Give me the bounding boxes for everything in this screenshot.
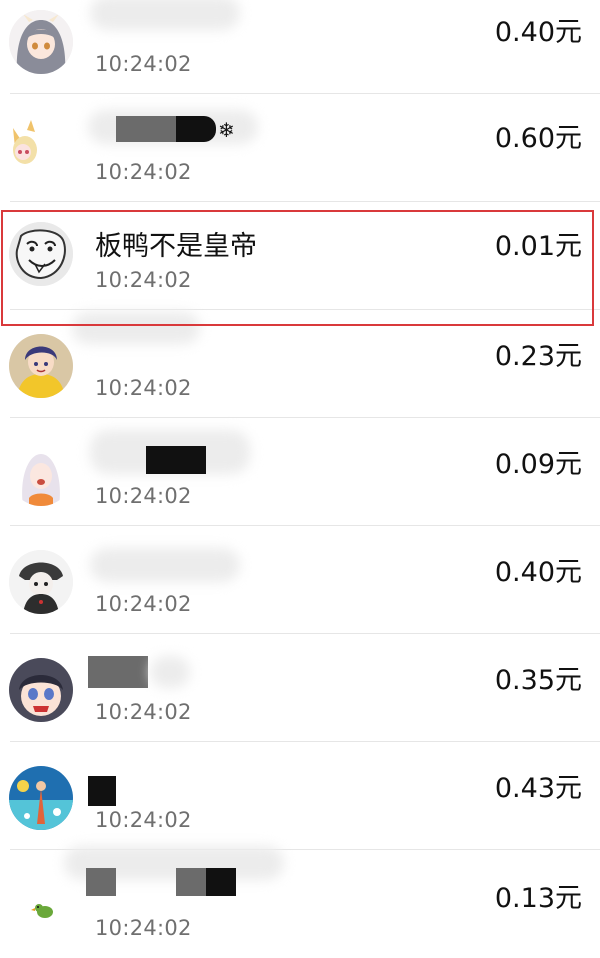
redaction-box	[176, 868, 206, 896]
list-item[interactable]: 10:24:02 0.40元	[0, 0, 600, 94]
anime-fox-girl-avatar[interactable]	[9, 108, 73, 172]
highlight-box	[1, 210, 594, 326]
timestamp: 10:24:02	[95, 52, 192, 76]
timestamp: 10:24:02	[95, 160, 192, 184]
amount: 0.43元	[494, 773, 582, 804]
colorful-fantasy-avatar[interactable]	[9, 766, 73, 830]
anime-girl-gray-hair-avatar[interactable]	[9, 10, 73, 74]
snowflake-icon: ❄	[218, 118, 235, 142]
amount: 0.60元	[494, 123, 582, 154]
timestamp: 10:24:02	[95, 376, 192, 400]
anime-girl-white-hair-avatar[interactable]	[9, 442, 73, 506]
timestamp: 10:24:02	[95, 592, 192, 616]
timestamp: 10:24:02	[95, 484, 192, 508]
list-item[interactable]: 10:24:02 0.23元	[0, 310, 600, 418]
list-item[interactable]: 10:24:02 0.35元	[0, 634, 600, 742]
anime-boy-yellow-hoodie-avatar[interactable]	[9, 334, 73, 398]
redaction-box	[206, 868, 236, 896]
list-item[interactable]: 10:24:02 0.13元	[0, 846, 600, 958]
timestamp: 10:24:02	[95, 916, 192, 940]
blurred-nickname	[90, 0, 240, 30]
redaction-box	[88, 776, 116, 806]
redaction-box	[86, 868, 116, 896]
amount: 0.40元	[494, 557, 582, 588]
amount: 0.23元	[494, 341, 582, 372]
blurred-nickname	[150, 656, 190, 688]
list-item[interactable]: 10:24:02 0.43元	[0, 742, 600, 850]
timestamp: 10:24:02	[95, 700, 192, 724]
timestamp: 10:24:02	[95, 808, 192, 832]
list-item[interactable]: ❄ 10:24:02 0.60元	[0, 94, 600, 202]
redaction-box	[176, 116, 216, 142]
amount: 0.35元	[494, 665, 582, 696]
anime-character-monochrome-avatar[interactable]	[9, 550, 73, 614]
small-green-bird-avatar[interactable]	[9, 878, 73, 942]
list-item[interactable]: 10:24:02 0.09元	[0, 418, 600, 526]
anime-girl-crying-avatar[interactable]	[9, 658, 73, 722]
redaction-box	[88, 656, 148, 688]
amount: 0.13元	[494, 883, 582, 914]
amount: 0.40元	[494, 17, 582, 48]
blurred-nickname	[90, 548, 240, 582]
redaction-box	[146, 446, 206, 474]
redaction-box	[116, 116, 176, 142]
amount: 0.09元	[494, 449, 582, 480]
list-item[interactable]: 10:24:02 0.40元	[0, 526, 600, 634]
red-packet-record-list: 10:24:02 0.40元 ❄ 10:24:02 0.60元 板鸭不是皇帝 1…	[0, 0, 600, 949]
